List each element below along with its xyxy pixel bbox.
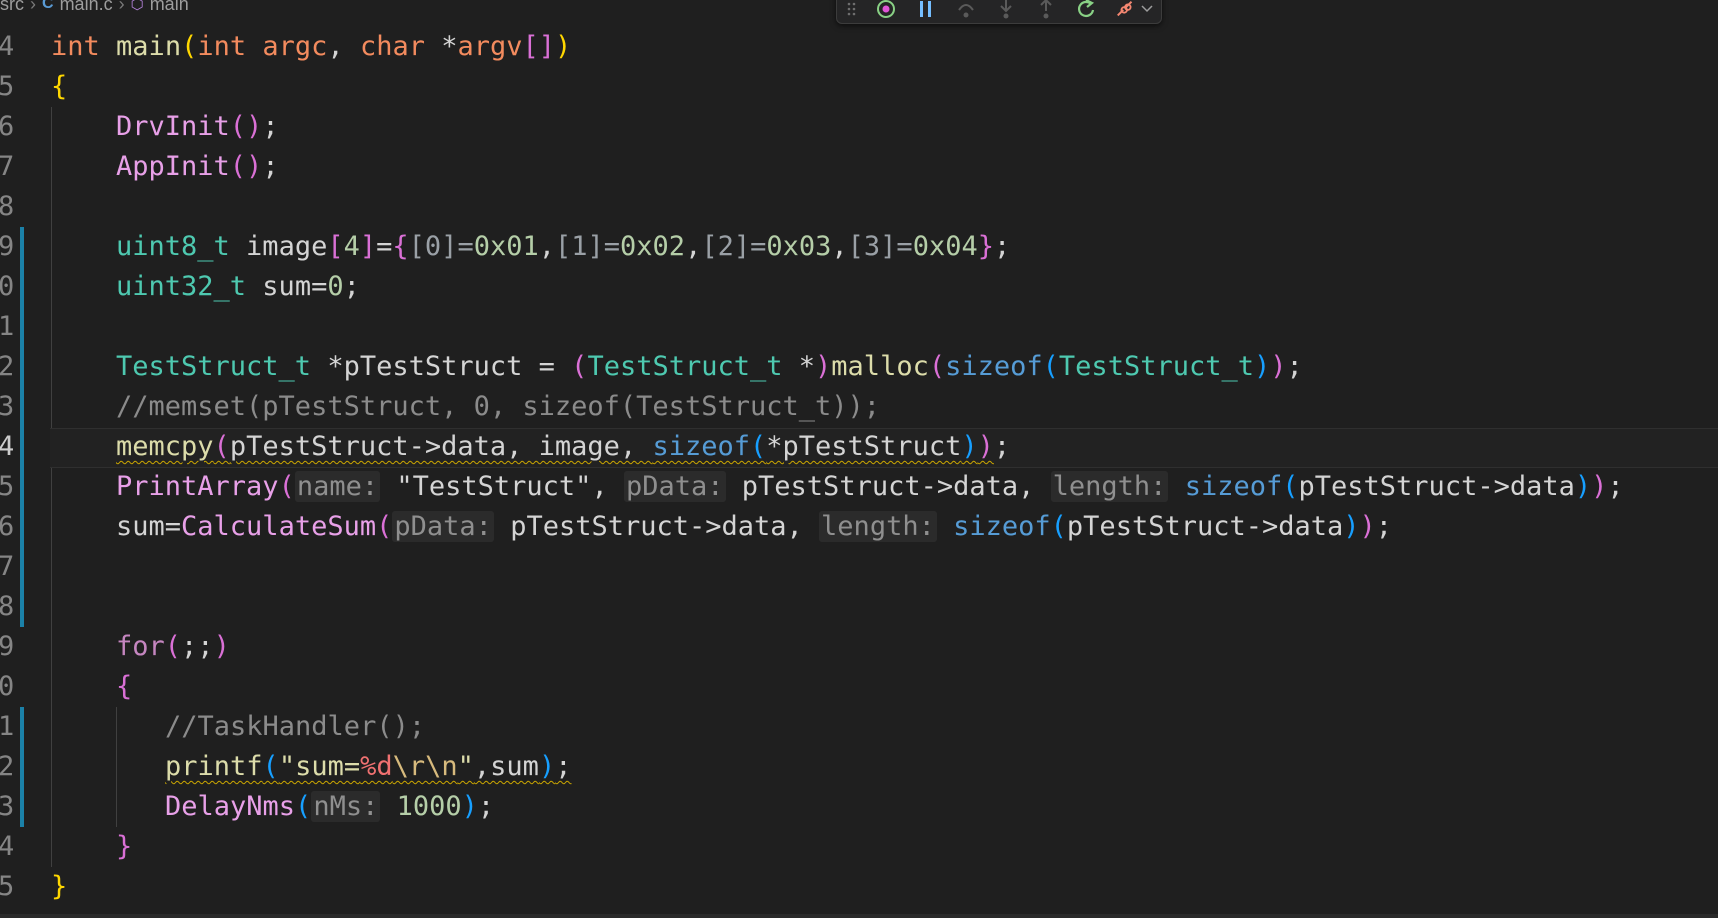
modified-lines-indicator[interactable] <box>20 707 24 827</box>
inlay-hint: length: <box>1050 471 1169 502</box>
code-line[interactable]: DrvInit(); <box>116 107 279 147</box>
step-into-icon <box>1000 0 1012 19</box>
line-number[interactable]: 3 <box>0 387 14 427</box>
symbol-method-icon: ⬡ <box>130 0 144 13</box>
code-line[interactable]: { <box>51 67 67 107</box>
drag-grip-icon[interactable] <box>847 0 857 20</box>
line-number[interactable]: 9 <box>0 227 14 267</box>
line-number[interactable]: 2 <box>0 347 14 387</box>
chevron-down-icon <box>1141 5 1153 13</box>
restart-icon <box>1078 0 1095 17</box>
disconnect-button[interactable] <box>1115 0 1137 20</box>
breadcrumb-file[interactable]: main.c <box>60 0 113 15</box>
line-number[interactable]: 0 <box>0 267 14 307</box>
code-line[interactable]: printf("sum=%d\r\n",sum); <box>165 747 571 787</box>
step-out-icon <box>1040 0 1052 19</box>
line-number[interactable]: 7 <box>0 547 14 587</box>
step-over-icon <box>958 4 974 18</box>
inlay-hint: pData: <box>392 511 494 542</box>
line-number[interactable]: 2 <box>0 747 14 787</box>
code-comment[interactable]: //memset(pTestStruct, 0, sizeof(TestStru… <box>116 387 880 427</box>
horizontal-scrollbar[interactable] <box>0 914 1718 918</box>
line-number[interactable]: 5 <box>0 67 14 107</box>
breadcrumb-symbol[interactable]: main <box>150 0 189 15</box>
code-line[interactable]: PrintArray(name: "TestStruct", pData: pT… <box>116 467 1624 507</box>
line-number[interactable]: 0 <box>0 667 14 707</box>
pause-button[interactable] <box>915 0 937 20</box>
code-line[interactable]: } <box>116 827 132 867</box>
c-file-icon: C <box>42 0 54 12</box>
code-line-current[interactable]: memcpy(pTestStruct->data, image, sizeof(… <box>116 427 1010 467</box>
inlay-hint: pData: <box>623 471 726 502</box>
line-number[interactable]: 6 <box>0 507 14 547</box>
code-comment[interactable]: //TaskHandler(); <box>165 707 425 747</box>
step-into-button[interactable] <box>995 0 1017 20</box>
line-number[interactable]: 9 <box>0 627 14 667</box>
line-number[interactable]: 5 <box>0 867 14 907</box>
continue-icon <box>877 0 895 18</box>
line-number[interactable]: 8 <box>0 187 14 227</box>
breadcrumb: src › C main.c › ⬡ main <box>0 0 189 14</box>
inlay-hint: name: <box>294 471 381 502</box>
code-line[interactable]: for(;;) <box>116 627 230 667</box>
inlay-hint: nMs: <box>311 791 381 822</box>
line-number[interactable]: 7 <box>0 147 14 187</box>
line-number[interactable]: 1 <box>0 707 14 747</box>
line-number[interactable]: 6 <box>0 107 14 147</box>
disconnect-icon <box>1117 0 1133 17</box>
code-line[interactable]: } <box>51 867 67 907</box>
indent-guide <box>51 107 52 867</box>
line-number[interactable]: 5 <box>0 467 14 507</box>
debug-toolbar <box>836 0 1162 24</box>
code-line[interactable]: AppInit(); <box>116 147 279 187</box>
code-line[interactable]: { <box>116 667 132 707</box>
restart-button[interactable] <box>1075 0 1097 20</box>
continue-button[interactable] <box>875 0 897 20</box>
line-number[interactable]: 8 <box>0 587 14 627</box>
indent-guide <box>116 707 117 827</box>
chevron-right-icon: › <box>30 0 36 14</box>
step-out-button[interactable] <box>1035 0 1057 20</box>
pause-icon <box>920 1 931 17</box>
breadcrumb-folder[interactable]: src <box>0 0 24 15</box>
more-dropdown-button[interactable] <box>1141 0 1153 20</box>
modified-lines-indicator[interactable] <box>20 227 24 627</box>
code-line[interactable]: DelayNms(nMs: 1000); <box>165 787 494 827</box>
line-number[interactable]: 1 <box>0 307 14 347</box>
code-line[interactable]: uint32_t sum=0; <box>116 267 360 307</box>
chevron-right-icon: › <box>118 0 125 14</box>
code-line[interactable]: sum=CalculateSum(pData: pTestStruct->dat… <box>116 507 1392 547</box>
code-line[interactable]: int main(int argc, char *argv[]) <box>51 27 571 67</box>
inlay-hint: length: <box>819 511 937 542</box>
line-number[interactable]: 4 <box>0 827 14 867</box>
code-line[interactable]: uint8_t image[4]={[0]=0x01,[1]=0x02,[2]=… <box>116 227 1010 267</box>
line-number[interactable]: 4 <box>0 27 14 67</box>
code-line[interactable]: TestStruct_t *pTestStruct = (TestStruct_… <box>116 347 1303 387</box>
step-over-button[interactable] <box>955 0 977 20</box>
line-number[interactable]: 3 <box>0 787 14 827</box>
line-number[interactable]: 4 <box>0 427 14 467</box>
